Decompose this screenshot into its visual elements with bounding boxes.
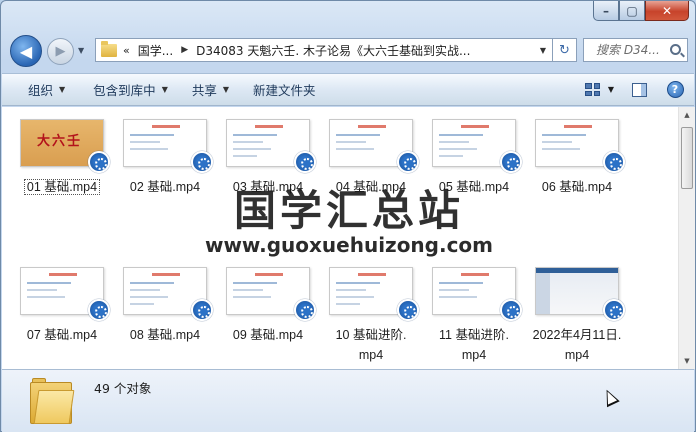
search-icon[interactable] [670,44,681,55]
file-name-line2: mp4 [461,348,487,362]
file-name-line1: 10 基础进阶. [335,328,407,342]
file-name: 01 基础.mp4 [14,177,110,197]
large-icons-view-icon [585,83,601,96]
video-player-icon [191,299,213,321]
arrow-right-icon: ▶ [55,44,66,59]
arrow-left-icon: ◀ [19,41,33,61]
recent-pages-dropdown[interactable]: ▼ [78,46,88,56]
close-button[interactable]: ✕ [645,1,689,21]
organize-menu[interactable]: 组织 ▼ [18,80,75,99]
file-name: 03 基础.mp4 [232,180,304,194]
video-player-icon [500,299,522,321]
file-name: 02 基础.mp4 [129,180,201,194]
refresh-icon: ↻ [559,42,570,58]
command-bar: 组织 ▼ 包含到库中 ▼ 共享 ▼ 新建文件夹 ▼ ? [2,73,694,106]
folder-icon [30,378,75,424]
refresh-button[interactable]: ↻ [553,38,577,62]
item-count: 49 个对象 [94,381,152,396]
breadcrumb-parent[interactable]: 国学... [138,42,173,59]
address-bar[interactable]: « 国学... ▶ D34083 天魁六壬. 木子论易《大六壬基础到实战... … [95,38,553,62]
file-name: 08 基础.mp4 [129,328,201,342]
maximize-button[interactable]: ▢ [619,1,645,21]
breadcrumb-separator-icon[interactable]: ▶ [181,45,188,55]
chevron-down-icon: ▼ [59,85,66,94]
new-folder-label: 新建文件夹 [253,83,316,98]
file-name: 05 基础.mp4 [438,180,510,194]
organize-label: 组织 [28,83,54,98]
video-player-icon [603,299,625,321]
change-view-button[interactable] [582,79,604,101]
video-player-icon [397,151,419,173]
vertical-scrollbar[interactable]: ▲ ▼ [678,107,695,369]
details-pane: 49 个对象 [2,369,694,432]
file-name-line2: mp4 [358,348,384,362]
video-player-icon [294,151,316,173]
preview-pane-button[interactable] [628,79,650,101]
file-name-line1: 11 基础进阶. [439,328,509,342]
preview-pane-icon [631,82,647,97]
caption-buttons: – ▢ ✕ [593,1,689,21]
overflow-chevron-icon[interactable]: « [123,44,130,57]
video-player-icon [191,151,213,173]
scroll-up-icon[interactable]: ▲ [682,111,692,119]
video-player-icon [603,151,625,173]
breadcrumb-current[interactable]: D34083 天魁六壬. 木子论易《大六壬基础到实战... [196,42,470,59]
file-name: 09 基础.mp4 [232,328,304,342]
file-name-line2: mp4 [564,348,590,362]
file-name: 2022年4月11日. mp4 [529,325,625,365]
search-box[interactable] [583,38,688,62]
chevron-down-icon: ▼ [222,85,230,94]
video-player-icon [397,299,419,321]
file-name: 11 基础进阶. mp4 [426,325,522,365]
include-in-library-menu[interactable]: 包含到库中 ▼ [83,80,178,99]
search-input[interactable] [596,43,666,57]
new-folder-button[interactable]: 新建文件夹 [243,80,326,99]
thumbnail-title-text: 大六壬 [37,134,83,149]
include-in-library-label: 包含到库中 [93,83,156,98]
folder-icon [101,40,117,57]
share-menu[interactable]: 共享 ▼ [182,80,239,99]
help-button[interactable]: ? [664,79,686,101]
view-dropdown-icon[interactable]: ▼ [608,85,614,94]
file-name: 04 基础.mp4 [335,180,407,194]
back-button[interactable]: ◀ [10,35,42,67]
forward-button[interactable]: ▶ [47,38,74,65]
video-player-icon [500,151,522,173]
file-list[interactable]: 大六壬 01 基础.mp4 02 基础.mp4 03 基础.mp4 04 基础.… [2,107,678,369]
view-controls: ▼ ? [582,79,686,101]
address-dropdown-icon[interactable]: ▼ [540,46,546,55]
explorer-window: – ▢ ✕ ◀ ▶ ▼ « 国学... ▶ D34083 天魁六壬. 木子论易《… [0,0,696,432]
scrollbar-thumb[interactable] [681,127,693,189]
file-name: 10 基础进阶. mp4 [323,325,419,365]
help-icon: ? [666,81,684,98]
scroll-down-icon[interactable]: ▼ [682,357,692,365]
share-label: 共享 [191,83,217,98]
file-name: 07 基础.mp4 [26,328,98,342]
file-name-line1: 2022年4月11日. [532,328,622,342]
chevron-down-icon: ▼ [161,85,168,94]
file-name: 06 基础.mp4 [541,180,613,194]
video-player-icon [88,299,110,321]
video-player-icon [294,299,316,321]
minimize-button[interactable]: – [593,1,619,21]
video-player-icon [88,151,110,173]
